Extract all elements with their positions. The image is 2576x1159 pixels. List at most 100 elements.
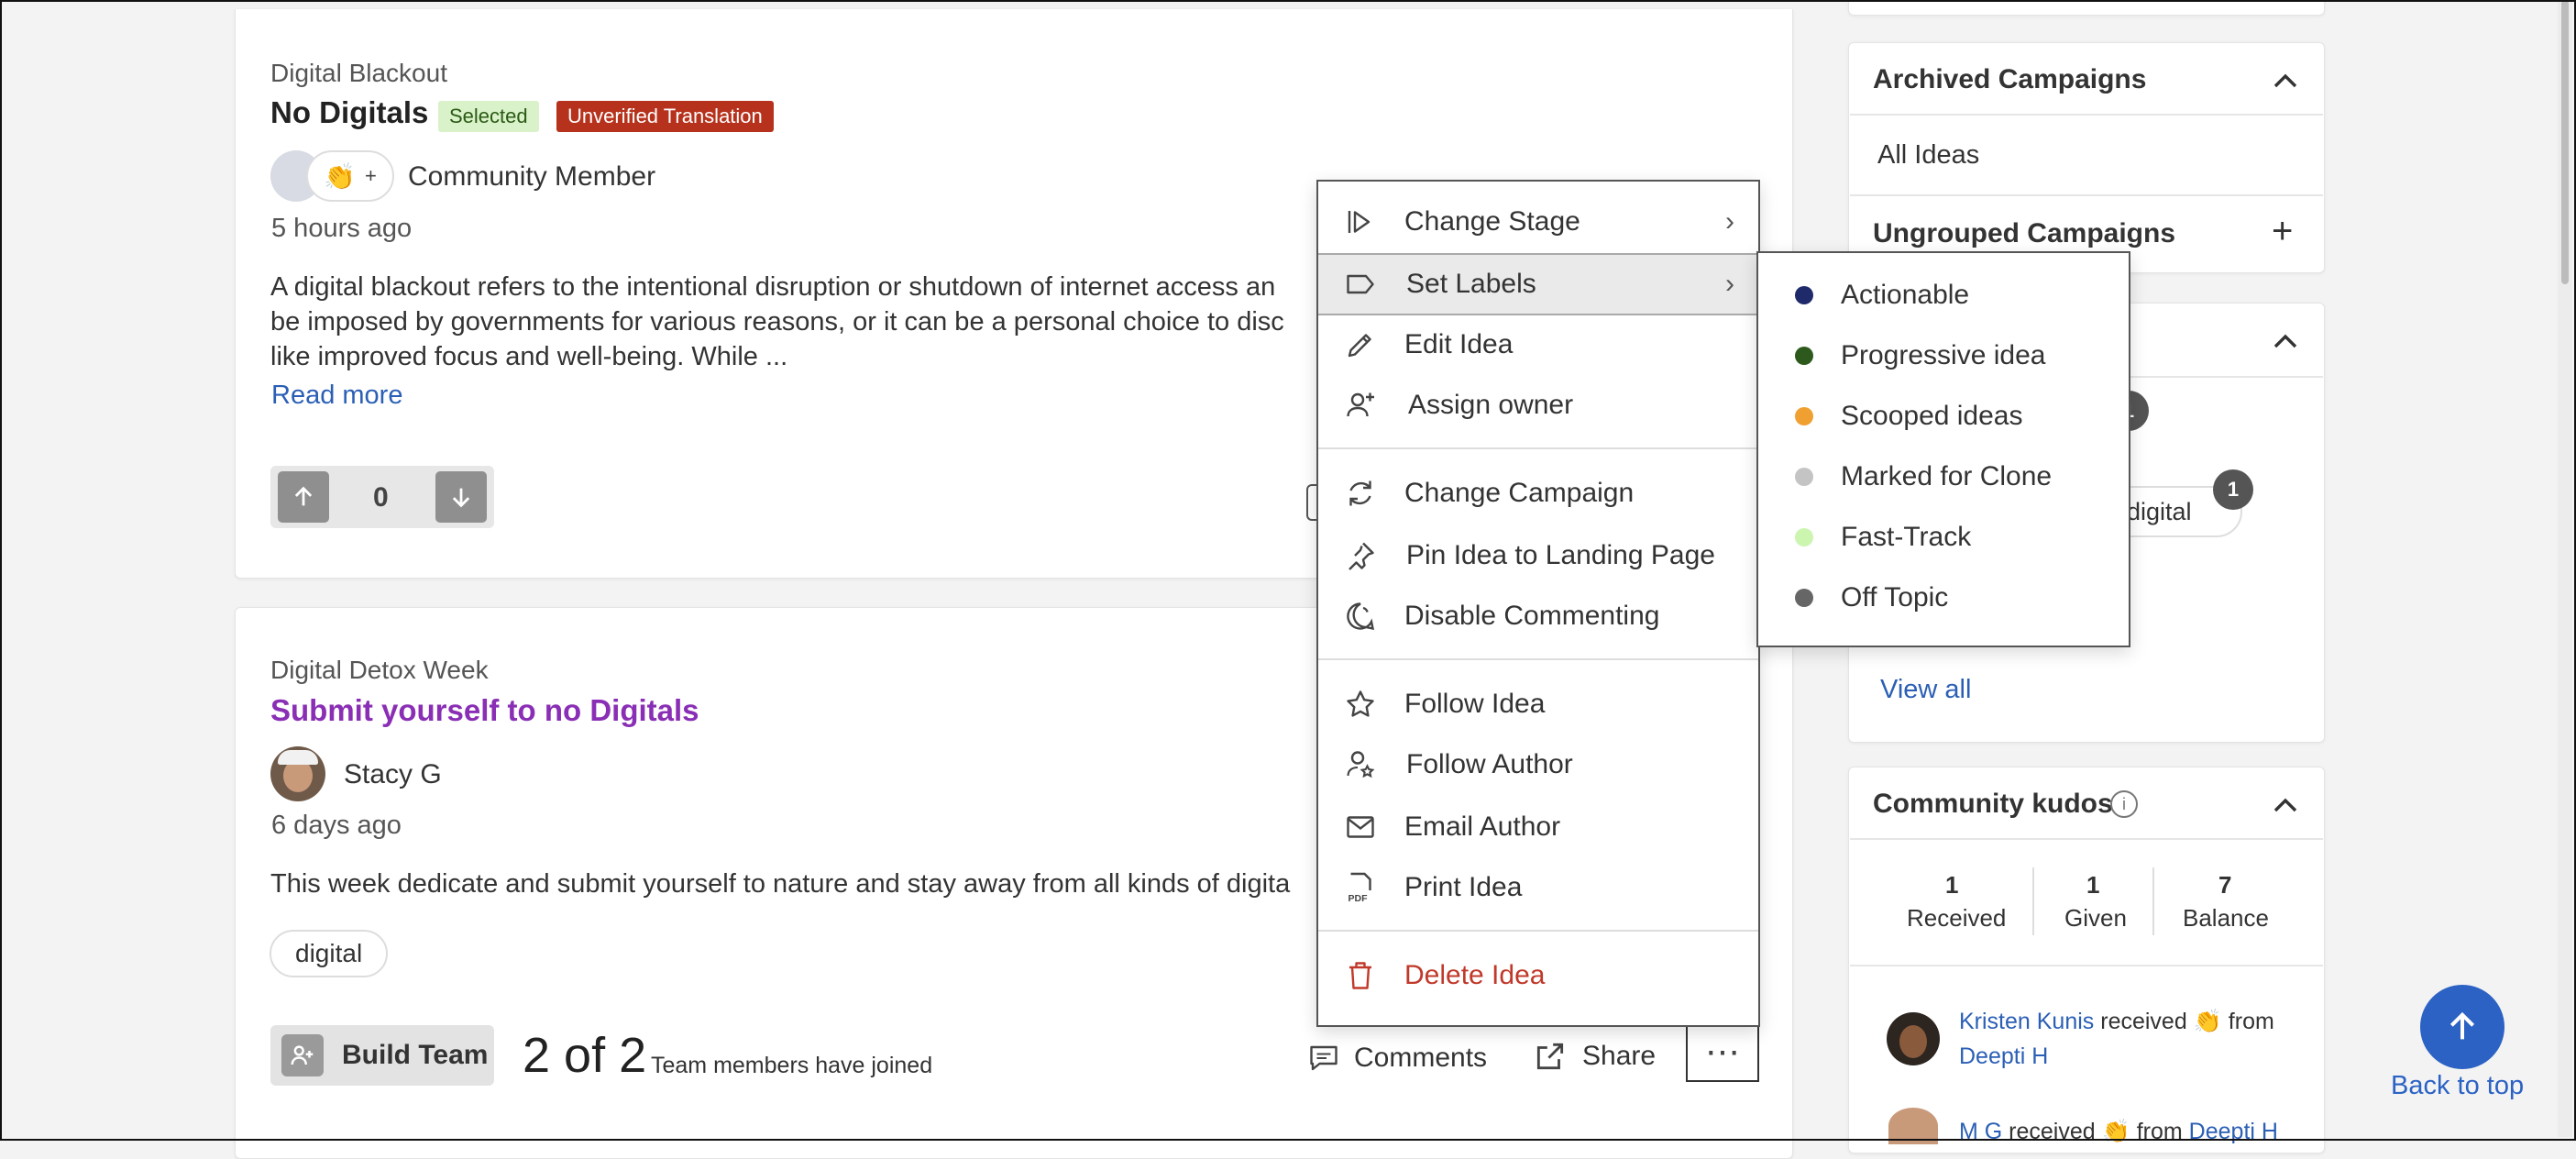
team-count: 2 of 2	[523, 1028, 647, 1083]
community-kudos-panel	[1848, 767, 2325, 1153]
menu-item-follow-idea[interactable]: Follow Idea	[1318, 675, 1758, 734]
label-color-dot	[1795, 468, 1813, 486]
menu-item-assign-owner[interactable]: Assign owner	[1318, 376, 1758, 435]
idea-body-line: be imposed by governments for various re…	[270, 307, 1284, 337]
label-option-marked-clone[interactable]: Marked for Clone	[1758, 447, 2129, 506]
author-name[interactable]: Community Member	[408, 161, 655, 193]
label-option-off-topic[interactable]: Off Topic	[1758, 568, 2129, 627]
kudos-giver-link[interactable]: Deepti H	[1959, 1043, 2048, 1070]
chevron-right-icon: ›	[1725, 269, 1734, 299]
menu-item-label: Set Labels	[1406, 269, 1536, 299]
back-to-top-button[interactable]	[2420, 985, 2504, 1069]
mail-icon	[1347, 816, 1374, 838]
menu-item-set-labels[interactable]: Set Labels ›	[1318, 253, 1758, 315]
author-name[interactable]: Stacy G	[344, 759, 442, 790]
divider	[1850, 838, 2323, 840]
campaign-name[interactable]: Digital Blackout	[270, 59, 447, 88]
menu-item-change-campaign[interactable]: Change Campaign	[1318, 464, 1758, 523]
campaign-name[interactable]: Digital Detox Week	[270, 656, 489, 685]
scrollbar-thumb[interactable]	[2561, 0, 2569, 284]
ellipsis-icon: ⋯	[1705, 1033, 1740, 1072]
comments-label: Comments	[1354, 1043, 1488, 1073]
team-icon	[281, 1034, 324, 1076]
menu-item-pin-idea[interactable]: Pin Idea to Landing Page	[1318, 526, 1758, 585]
pin-icon	[1349, 542, 1374, 570]
read-more-link[interactable]: Read more	[271, 381, 402, 411]
menu-item-label: Follow Idea	[1404, 689, 1546, 719]
idea-title[interactable]: Submit yourself to no Digitals	[270, 693, 699, 728]
menu-item-label: Edit Idea	[1404, 329, 1514, 359]
back-to-top-label[interactable]: Back to top	[2391, 1071, 2524, 1101]
selected-badge: Selected	[438, 101, 539, 132]
menu-item-label: Delete Idea	[1404, 960, 1546, 990]
upvote-button[interactable]	[278, 471, 329, 523]
share-button[interactable]: Share	[1533, 1038, 1656, 1075]
menu-item-label: Disable Commenting	[1404, 601, 1660, 631]
labels-submenu: Actionable Progressive idea Scooped idea…	[1756, 251, 2130, 647]
label-icon	[1347, 274, 1374, 294]
menu-item-delete-idea[interactable]: Delete Idea	[1318, 946, 1758, 1005]
comments-button[interactable]: Comments	[1306, 1040, 1487, 1076]
chevron-up-icon[interactable]	[2272, 796, 2299, 814]
label-option-actionable[interactable]: Actionable	[1758, 266, 2129, 325]
label-option-fast-track[interactable]: Fast-Track	[1758, 508, 2129, 567]
pencil-icon	[1348, 334, 1371, 358]
label-color-dot	[1795, 286, 1813, 304]
tag-chip[interactable]: digital	[270, 930, 389, 977]
svg-text:PDF: PDF	[1349, 893, 1369, 904]
kudos-recipient-link[interactable]: Kristen Kunis	[1959, 1009, 2094, 1034]
label-color-dot	[1795, 589, 1813, 607]
ungrouped-campaigns-title[interactable]: Ungrouped Campaigns	[1873, 218, 2175, 249]
kudos-given-label: Given	[2064, 904, 2127, 932]
label-color-dot	[1795, 347, 1813, 365]
more-actions-button[interactable]: ⋯	[1686, 1023, 1759, 1082]
comment-icon	[1310, 1045, 1338, 1071]
tag-count-badge: 1	[2213, 469, 2253, 510]
community-kudos-title: Community kudos	[1873, 789, 2113, 819]
archived-campaigns-title[interactable]: Archived Campaigns	[1873, 64, 2146, 95]
label-option-progressive[interactable]: Progressive idea	[1758, 326, 2129, 385]
menu-item-follow-author[interactable]: Follow Author	[1318, 735, 1758, 794]
menu-item-disable-commenting[interactable]: Disable Commenting	[1318, 587, 1758, 646]
menu-divider	[1318, 658, 1758, 660]
menu-divider	[1318, 447, 1758, 449]
idea-title[interactable]: No Digitals	[270, 95, 428, 130]
downvote-button[interactable]	[435, 471, 487, 523]
trash-icon	[1349, 962, 1371, 989]
menu-item-label: Email Author	[1404, 811, 1561, 842]
add-reaction-label: +	[365, 164, 377, 187]
avatar	[1887, 1012, 1940, 1065]
kudos-from-text: from	[2228, 1009, 2274, 1034]
view-all-link[interactable]: View all	[1880, 675, 1971, 705]
user-star-icon	[1347, 751, 1375, 778]
kudos-balance-label: Balance	[2183, 904, 2269, 932]
all-ideas-link[interactable]: All Ideas	[1877, 140, 1979, 171]
label-option-scooped[interactable]: Scooped ideas	[1758, 387, 2129, 446]
kudos-received-text: received	[2100, 1009, 2187, 1034]
menu-item-email-author[interactable]: Email Author	[1318, 798, 1758, 856]
divider	[2152, 867, 2154, 935]
clap-icon: 👏	[2193, 1009, 2222, 1034]
chevron-right-icon: ›	[1725, 206, 1734, 237]
menu-item-print-idea[interactable]: PDF Print Idea	[1318, 858, 1758, 917]
menu-item-edit-idea[interactable]: Edit Idea	[1318, 315, 1758, 374]
chevron-up-icon[interactable]	[2272, 72, 2299, 90]
label-color-dot	[1795, 528, 1813, 546]
chevron-up-icon[interactable]	[2272, 332, 2299, 350]
build-team-label: Build Team	[342, 1040, 489, 1070]
kudos-received-value: 1	[1945, 871, 1959, 899]
reaction-pill[interactable]: 👏 +	[306, 150, 394, 202]
idea-body-line: A digital blackout refers to the intenti…	[270, 272, 1276, 302]
refresh-icon	[1349, 480, 1371, 506]
comment-off-icon	[1347, 602, 1375, 631]
share-icon	[1536, 1043, 1564, 1070]
label-option-text: Progressive idea	[1841, 340, 2046, 370]
menu-item-change-stage[interactable]: Change Stage ›	[1318, 193, 1758, 251]
skip-forward-icon	[1348, 211, 1371, 233]
plus-icon[interactable]: +	[2272, 213, 2293, 249]
sidebar-top-panel	[1848, 0, 2325, 16]
info-icon[interactable]: i	[2110, 790, 2138, 818]
build-team-button[interactable]: Build Team	[270, 1025, 494, 1086]
unverified-translation-badge: Unverified Translation	[556, 101, 774, 132]
menu-item-label: Follow Author	[1406, 749, 1573, 779]
